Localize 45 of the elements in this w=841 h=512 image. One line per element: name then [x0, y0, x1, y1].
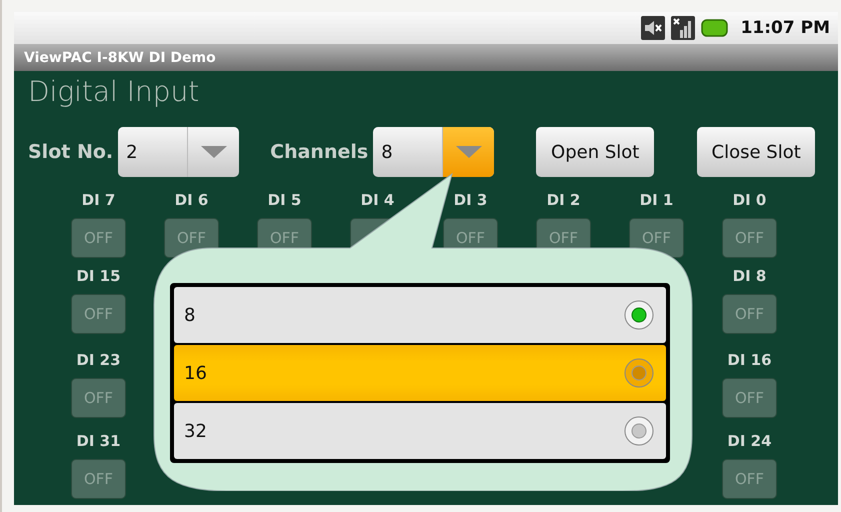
caret-icon: [456, 146, 482, 158]
channel-label: DI 2: [546, 190, 580, 211]
channel-label: DI 4: [360, 190, 394, 211]
channel-label: DI 24: [727, 431, 772, 452]
state-button[interactable]: OFF: [722, 378, 777, 418]
dropdown-option[interactable]: 8: [174, 287, 666, 343]
channel-label: DI 7: [82, 190, 116, 211]
radio-button[interactable]: [624, 300, 654, 330]
channel-label: DI 6: [174, 190, 208, 211]
state-button[interactable]: OFF: [722, 459, 777, 499]
channel-label: DI 1: [640, 190, 674, 211]
window-title: ViewPAC I-8KW DI Demo: [24, 50, 216, 66]
dropdown-option[interactable]: 16: [174, 345, 666, 401]
state-button[interactable]: OFF: [71, 294, 126, 334]
channel-label: DI 5: [268, 190, 302, 211]
option-label: 16: [184, 362, 207, 384]
open-slot-button[interactable]: Open Slot: [536, 127, 654, 177]
state-button[interactable]: OFF: [71, 459, 126, 499]
radio-button[interactable]: [624, 416, 654, 446]
slot-label: Slot No.: [28, 141, 114, 163]
page-heading: Digital Input: [28, 75, 200, 108]
close-slot-button[interactable]: Close Slot: [697, 127, 816, 177]
radio-button[interactable]: [624, 358, 654, 388]
muted-speaker-icon: [640, 16, 665, 40]
state-button[interactable]: OFF: [71, 378, 126, 418]
state-button[interactable]: OFF: [71, 218, 126, 258]
channel-label: DI 23: [76, 350, 121, 371]
channel-label: DI 31: [76, 431, 121, 452]
channel-label: DI 3: [454, 190, 488, 211]
state-button[interactable]: OFF: [722, 218, 777, 258]
state-button[interactable]: OFF: [722, 294, 777, 334]
dropdown-option[interactable]: 32: [174, 403, 666, 459]
channel-label: DI 16: [727, 350, 772, 371]
caret-icon: [200, 146, 227, 158]
signal-icon: [670, 16, 695, 40]
channels-label: Channels: [270, 141, 368, 163]
option-label: 8: [184, 304, 196, 326]
channel-label: DI 0: [732, 190, 766, 211]
option-label: 32: [184, 420, 207, 442]
channel-label: DI 15: [76, 266, 121, 287]
clock-time: 11:07 PM: [740, 18, 830, 38]
battery-icon: [700, 18, 729, 38]
channel-label: DI 8: [732, 266, 766, 287]
slot-dropdown[interactable]: 2: [118, 127, 240, 177]
channels-dropdown[interactable]: 8: [373, 127, 494, 177]
